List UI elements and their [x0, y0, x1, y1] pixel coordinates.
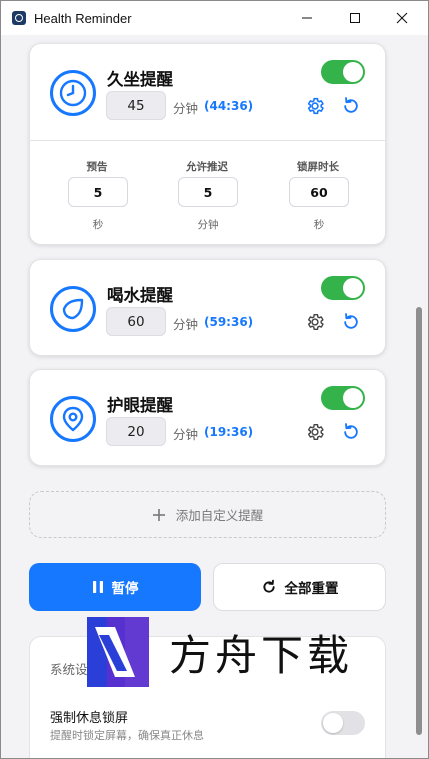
app-logo-icon: [12, 11, 26, 25]
enable-toggle[interactable]: [321, 386, 365, 410]
reminder-card-water: 喝水提醒 60 分钟 (59:36): [29, 259, 386, 356]
add-custom-reminder-button[interactable]: 添加自定义提醒: [29, 491, 386, 538]
watermark-text: 方舟下载: [169, 630, 354, 680]
close-button[interactable]: [379, 1, 425, 35]
interval-input[interactable]: 60: [106, 307, 166, 336]
title-bar: Health Reminder: [1, 1, 428, 35]
refresh-icon: [262, 579, 275, 593]
card-divider: [30, 140, 385, 141]
refresh-icon: [344, 97, 358, 113]
watermark: 方舟下载: [85, 615, 385, 689]
interval-unit: 分钟: [173, 427, 199, 442]
close-icon: [396, 12, 408, 24]
reset-all-label: 全部重置: [284, 581, 339, 597]
reminder-title: 久坐提醒: [107, 70, 173, 89]
interval-input[interactable]: 45: [106, 91, 166, 120]
enable-toggle[interactable]: [321, 60, 365, 84]
gear-icon: [307, 423, 324, 441]
settings-button[interactable]: [304, 95, 326, 117]
option-unit-lock: 秒: [313, 219, 325, 231]
reset-all-button[interactable]: 全部重置: [213, 563, 386, 611]
gear-icon: [307, 97, 324, 115]
settings-button[interactable]: [304, 311, 326, 333]
option-unit-notice: 秒: [92, 219, 104, 231]
reminder-card-eye: 护眼提醒 20 分钟 (19:36): [29, 369, 386, 466]
eye-icon: [50, 396, 96, 442]
scrollbar-thumb[interactable]: [416, 307, 422, 735]
vertical-scrollbar[interactable]: [411, 35, 427, 758]
remaining-time: (44:36): [204, 99, 254, 113]
maximize-icon: [350, 13, 360, 23]
reminder-title: 喝水提醒: [107, 286, 173, 305]
app-window: Health Reminder 久坐提醒 45 分钟 (44:36) 预告 5 …: [0, 0, 429, 759]
remaining-time: (19:36): [204, 425, 254, 439]
reminder-card-sitting: 久坐提醒 45 分钟 (44:36) 预告 5 秒 允许推迟 5 分钟 锁屏时长…: [29, 43, 386, 245]
minimize-button[interactable]: [284, 1, 330, 35]
reminder-title: 护眼提醒: [107, 396, 173, 415]
enable-toggle[interactable]: [321, 276, 365, 300]
plus-icon: [152, 508, 165, 521]
gear-icon: [307, 313, 324, 331]
option-label-notice: 预告: [86, 161, 108, 173]
clock-icon: [50, 70, 96, 116]
watermark-logo-icon: [85, 615, 151, 689]
reset-button[interactable]: [340, 95, 362, 117]
reset-button[interactable]: [340, 421, 362, 443]
option-input-delay[interactable]: 5: [178, 177, 238, 207]
pause-button[interactable]: 暂停: [29, 563, 201, 611]
minimize-icon: [302, 17, 312, 19]
pause-label: 暂停: [111, 581, 139, 597]
reset-button[interactable]: [340, 311, 362, 333]
option-unit-delay: 分钟: [197, 219, 219, 231]
interval-unit: 分钟: [173, 317, 199, 332]
window-title: Health Reminder: [34, 10, 132, 26]
refresh-icon: [344, 313, 358, 329]
interval-input[interactable]: 20: [106, 417, 166, 446]
option-input-lock[interactable]: 60: [289, 177, 349, 207]
interval-unit: 分钟: [173, 101, 199, 116]
maximize-button[interactable]: [332, 1, 378, 35]
remaining-time: (59:36): [204, 315, 254, 329]
option-label-lock: 锁屏时长: [297, 161, 339, 173]
force-lock-toggle[interactable]: [321, 711, 365, 735]
add-custom-label: 添加自定义提醒: [175, 508, 264, 523]
pause-icon: [92, 581, 103, 593]
water-drop-icon: [50, 286, 96, 332]
setting-force-lock-name: 强制休息锁屏: [50, 711, 129, 726]
setting-force-lock-desc: 提醒时锁定屏幕，确保真正休息: [50, 729, 204, 742]
refresh-icon: [344, 423, 358, 439]
option-label-delay: 允许推迟: [186, 161, 228, 173]
settings-button[interactable]: [304, 421, 326, 443]
option-input-notice[interactable]: 5: [68, 177, 128, 207]
